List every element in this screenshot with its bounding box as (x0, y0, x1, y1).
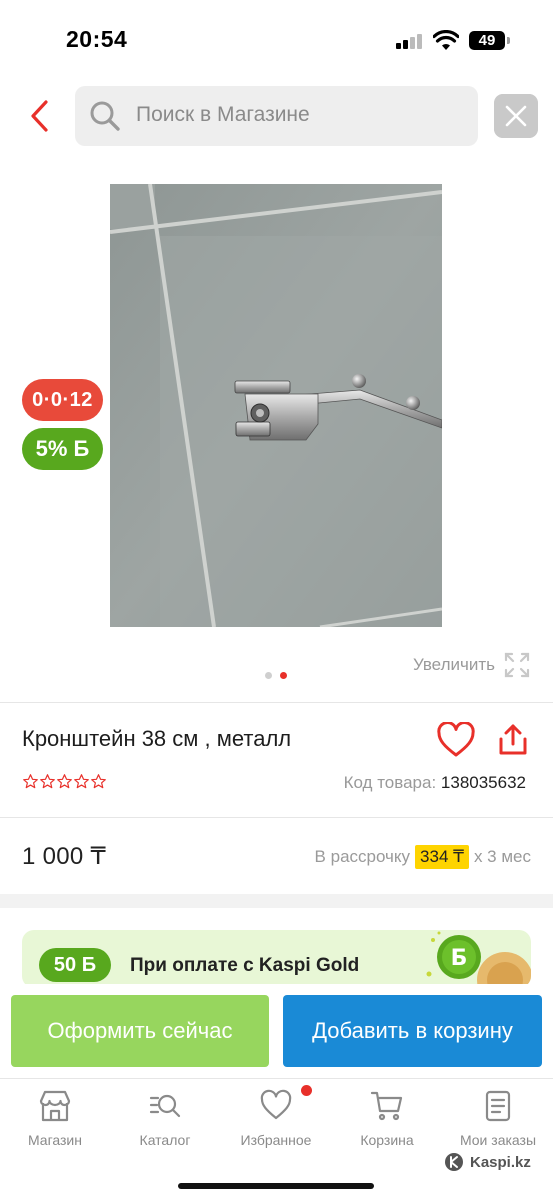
svg-text:Б: Б (451, 946, 468, 971)
tab-label: Магазин (27, 1132, 82, 1148)
installment-suffix: х 3 мес (473, 847, 531, 866)
star-empty-icon (40, 774, 55, 789)
kaspi-watermark: Kaspi.kz (444, 1152, 531, 1172)
zoom-label: Увеличить (413, 655, 495, 674)
favorite-button[interactable] (436, 722, 476, 758)
close-button[interactable] (494, 94, 538, 138)
installment-amount: 334 ₸ (415, 845, 469, 869)
gallery-pagination (265, 672, 291, 680)
zoom-button[interactable]: Увеличить (413, 650, 531, 680)
star-empty-icon (74, 774, 89, 789)
notification-dot (301, 1085, 312, 1096)
search-input[interactable]: Поиск в Магазине (75, 86, 478, 146)
bonus-badge: 5% Б (22, 428, 103, 470)
kaspi-logo-icon (445, 1153, 463, 1171)
watermark-text: Kaspi.kz (470, 1153, 531, 1171)
divider (0, 817, 553, 818)
action-bar: Оформить сейчас Добавить в корзину (0, 984, 553, 1078)
star-empty-icon (91, 774, 106, 789)
orders-icon (485, 1090, 511, 1122)
buy-now-button[interactable]: Оформить сейчас (11, 995, 269, 1067)
product-code-label: Код товара: (343, 773, 437, 792)
installment-info[interactable]: В рассрочку 334 ₸ х 3 мес (315, 845, 531, 869)
installment-prefix: В рассрочку (314, 847, 411, 866)
product-image[interactable] (110, 184, 442, 627)
tab-label: Корзина (360, 1132, 414, 1148)
tab-label: Мои заказы (459, 1132, 537, 1148)
cellular-signal-icon (396, 33, 424, 49)
catalog-search-icon (149, 1094, 181, 1118)
tab-shop[interactable]: Магазин (0, 1089, 110, 1148)
gallery-dot[interactable] (265, 672, 272, 679)
product-code: Код товара: 138035632 (344, 773, 526, 793)
back-button[interactable] (22, 94, 58, 138)
bonus-coin-icon: Б (426, 931, 531, 988)
gallery-dot-active[interactable] (280, 672, 287, 679)
expand-icon (504, 652, 530, 678)
shop-icon (39, 1090, 71, 1122)
search-placeholder: Поиск в Магазине (136, 103, 310, 126)
add-to-cart-button[interactable]: Добавить в корзину (283, 995, 542, 1067)
share-button[interactable] (496, 722, 530, 758)
top-bar: Поиск в Магазине (0, 84, 553, 148)
heart-icon (260, 1089, 292, 1120)
divider (0, 702, 553, 703)
home-indicator[interactable] (178, 1183, 374, 1189)
status-bar: 20:54 49 (0, 0, 553, 80)
tab-orders[interactable]: Мои заказы (443, 1089, 553, 1148)
tab-label: Каталог (139, 1132, 191, 1148)
star-empty-icon (23, 774, 38, 789)
wifi-icon (433, 30, 459, 50)
battery-indicator: 49 (469, 31, 505, 50)
tab-cart[interactable]: Корзина (332, 1089, 442, 1148)
battery-cap (507, 37, 510, 44)
installment-badge: 0·0·12 (22, 379, 103, 421)
product-title: Кронштейн 38 см , металл (22, 726, 292, 751)
tab-label: Избранное (240, 1132, 312, 1148)
search-icon (90, 101, 120, 131)
tab-catalog[interactable]: Каталог (110, 1089, 220, 1148)
rating-stars[interactable] (22, 773, 107, 790)
section-divider (0, 894, 553, 908)
gold-banner-text: При оплате с Kaspi Gold (130, 955, 360, 976)
product-price: 1 000 ₸ (22, 843, 107, 870)
gold-bonus-badge: 50 Б (39, 948, 111, 982)
cart-icon (370, 1091, 403, 1121)
status-time: 20:54 (66, 26, 128, 52)
star-empty-icon (57, 774, 72, 789)
bottom-tab-bar: Магазин Каталог Избранное Корзина Мои за… (0, 1078, 553, 1200)
product-code-value: 138035632 (440, 773, 526, 792)
kaspi-gold-banner[interactable]: 50 Б При оплате с Kaspi Gold Б (22, 930, 531, 988)
tab-favorites[interactable]: Избранное (221, 1085, 331, 1148)
